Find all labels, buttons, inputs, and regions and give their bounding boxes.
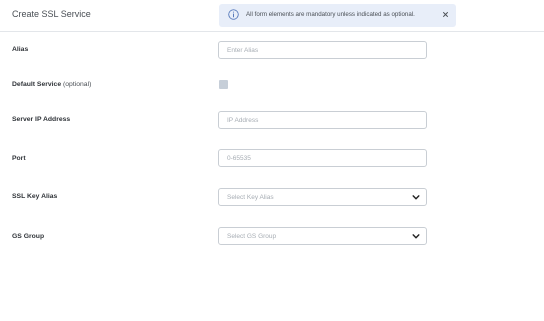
- optional-marker: (optional): [63, 81, 92, 88]
- info-banner: All form elements are mandatory unless i…: [219, 4, 456, 27]
- page-title: Create SSL Service: [12, 9, 91, 19]
- chevron-down-icon: [412, 195, 420, 200]
- info-icon: [228, 9, 239, 20]
- server-ip-input[interactable]: [219, 112, 426, 128]
- ssl-key-alias-select[interactable]: Select Key Alias: [218, 188, 427, 206]
- default-service-checkbox[interactable]: [219, 80, 228, 89]
- default-service-label-text: Default Service: [12, 81, 62, 88]
- alias-input[interactable]: [219, 42, 426, 58]
- gs-group-selected-value: Select GS Group: [227, 233, 277, 240]
- gs-group-label: GS Group: [12, 233, 45, 240]
- alias-label: Alias: [12, 46, 29, 53]
- gs-group-select[interactable]: Select GS Group: [218, 227, 427, 245]
- server-ip-field-box: [218, 111, 427, 129]
- chevron-down-icon: [412, 234, 420, 239]
- port-field-box: [218, 149, 427, 167]
- page-header: Create SSL Service All form elements are…: [0, 0, 544, 32]
- close-icon[interactable]: [441, 10, 450, 19]
- port-input[interactable]: [219, 150, 426, 166]
- port-label: Port: [12, 155, 26, 162]
- server-ip-label: Server IP Address: [12, 116, 71, 123]
- ssl-key-alias-selected-value: Select Key Alias: [227, 194, 274, 201]
- default-service-label: Default Service (optional): [12, 81, 91, 88]
- info-banner-message: All form elements are mandatory unless i…: [246, 11, 415, 18]
- create-ssl-service-page: Create SSL Service All form elements are…: [0, 0, 544, 321]
- ssl-key-alias-label: SSL Key Alias: [12, 193, 58, 200]
- alias-field-box: [218, 41, 427, 59]
